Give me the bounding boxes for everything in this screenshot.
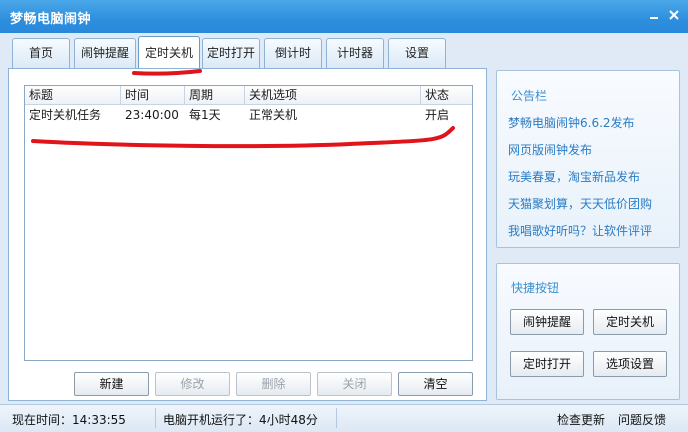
quick-alarm-button[interactable]: 闹钟提醒 [510, 309, 584, 335]
title-bar[interactable]: 梦畅电脑闹钟 [0, 0, 688, 33]
cell-status: 开启 [425, 108, 450, 122]
minimize-icon[interactable] [646, 7, 662, 23]
cell-option: 正常关机 [249, 108, 298, 122]
notice-heading: 公告栏 [511, 89, 548, 103]
tab-timer[interactable]: 计时器 [326, 38, 384, 68]
task-table[interactable]: 标题 时间 周期 关机选项 状态 定时关机任务 23:40:00 每1天 正常关… [24, 85, 473, 361]
app-window: 梦畅电脑闹钟 首页 闹钟提醒 定时关机 定时打开 倒计时 计时器 设置 标题 时… [0, 0, 688, 432]
clear-button[interactable]: 清空 [398, 372, 473, 396]
quick-shutdown-button[interactable]: 定时关机 [593, 309, 667, 335]
table-row[interactable]: 定时关机任务 23:40:00 每1天 正常关机 开启 [25, 106, 472, 125]
cell-time: 23:40:00 [125, 108, 179, 122]
cell-cycle: 每1天 [189, 108, 221, 122]
cell-title: 定时关机任务 [29, 108, 102, 122]
notice-link[interactable]: 梦畅电脑闹钟6.6.2发布 [508, 114, 635, 131]
check-update-link[interactable]: 检查更新 [557, 411, 605, 428]
table-header: 标题 时间 周期 关机选项 状态 [25, 86, 472, 105]
tab-scheduled-open[interactable]: 定时打开 [202, 38, 260, 68]
tab-settings[interactable]: 设置 [388, 38, 446, 68]
column-header-title[interactable]: 标题 [25, 86, 121, 105]
new-button[interactable]: 新建 [74, 372, 149, 396]
tab-shutdown[interactable]: 定时关机 [138, 36, 200, 68]
tab-alarm[interactable]: 闹钟提醒 [74, 38, 136, 68]
column-header-status[interactable]: 状态 [421, 86, 474, 105]
notice-link[interactable]: 我唱歌好听吗？让软件评评 [508, 222, 652, 239]
delete-button[interactable]: 删除 [236, 372, 311, 396]
column-header-time[interactable]: 时间 [121, 86, 185, 105]
uptime-text: 电脑开机运行了：4小时48分 [163, 413, 318, 427]
tab-countdown[interactable]: 倒计时 [264, 38, 322, 68]
column-header-cycle[interactable]: 周期 [185, 86, 245, 105]
notice-link[interactable]: 玩美春夏，淘宝新品发布 [508, 168, 640, 185]
status-divider [155, 408, 156, 428]
quick-options-button[interactable]: 选项设置 [593, 351, 667, 377]
close-task-button[interactable]: 关闭 [317, 372, 392, 396]
status-divider [336, 408, 337, 428]
close-icon[interactable] [666, 7, 682, 23]
quick-panel: 快捷按钮 闹钟提醒 定时关机 定时打开 选项设置 [496, 263, 680, 400]
notice-panel: 公告栏 梦畅电脑闹钟6.6.2发布 网页版闹钟发布 玩美春夏，淘宝新品发布 天猫… [496, 70, 680, 248]
status-bar: 现在时间：14:33:55 电脑开机运行了：4小时48分 检查更新 问题反馈 [0, 404, 688, 432]
tab-home[interactable]: 首页 [12, 38, 70, 68]
quick-heading: 快捷按钮 [511, 281, 560, 295]
feedback-link[interactable]: 问题反馈 [618, 411, 666, 428]
notice-link[interactable]: 网页版闹钟发布 [508, 141, 592, 158]
edit-button[interactable]: 修改 [155, 372, 230, 396]
notice-link[interactable]: 天猫聚划算，天天低价团购 [508, 195, 652, 212]
column-header-option[interactable]: 关机选项 [245, 86, 421, 105]
shutdown-panel: 标题 时间 周期 关机选项 状态 定时关机任务 23:40:00 每1天 正常关… [8, 68, 487, 401]
quick-open-button[interactable]: 定时打开 [510, 351, 584, 377]
current-time: 现在时间：14:33:55 [12, 413, 126, 427]
window-title: 梦畅电脑闹钟 [10, 12, 92, 27]
